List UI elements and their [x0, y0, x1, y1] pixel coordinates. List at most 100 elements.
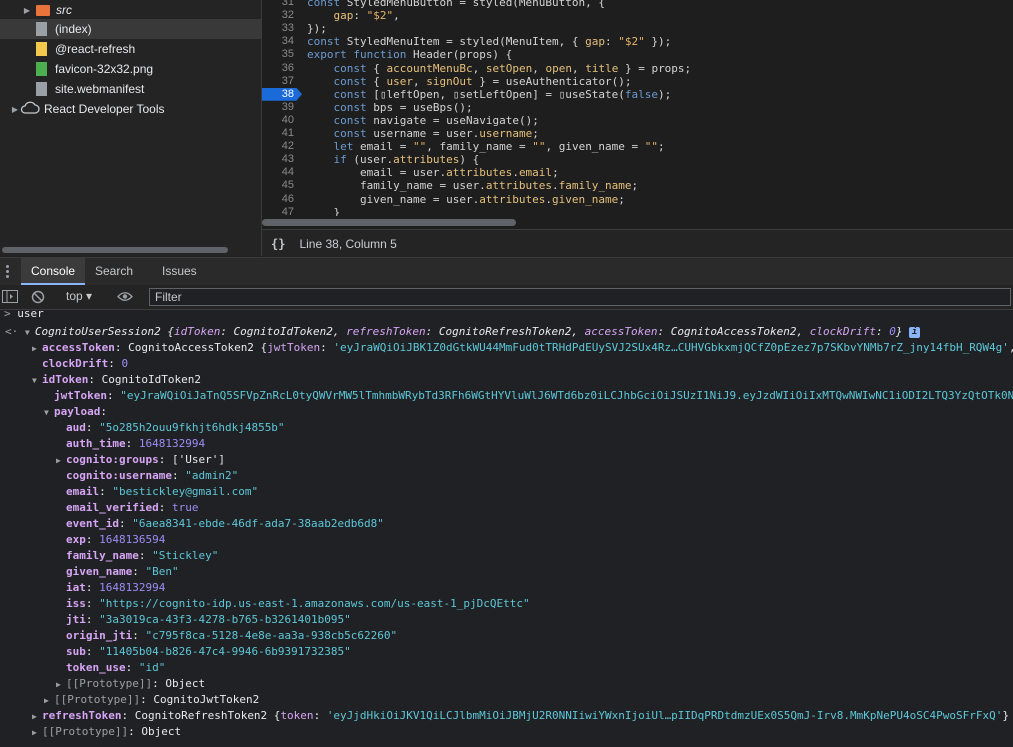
console-tree-row[interactable]: aud: "5o285h2ouu9fkhjt6hdkj4855b" [66, 420, 285, 436]
code-line: const { user, signOut } = useAuthenticat… [333, 74, 632, 88]
tab-issues[interactable]: Issues [152, 258, 207, 285]
drawer-tab-bar: Console Search Issues [0, 257, 1013, 286]
console-tree-row[interactable]: sub: "11405b04-b826-47c4-9946-6b93917323… [66, 644, 351, 660]
line-number[interactable]: 37 [264, 75, 294, 88]
console-tree-row[interactable]: ▶ [[Prototype]]: Object [56, 676, 205, 692]
tree-item-index[interactable]: (index) [0, 19, 261, 39]
expand-arrow-icon[interactable]: ▶ [10, 105, 20, 114]
code-line: const { accountMenuBc, setOpen, open, ti… [333, 61, 692, 75]
line-number[interactable]: 40 [264, 114, 294, 127]
console-tree-row[interactable]: exp: 1648136594 [66, 532, 165, 548]
console-tree-row[interactable]: ▶ refreshToken: CognitoRefreshToken2 {tok… [32, 708, 1009, 724]
console-tree-row[interactable]: ▶ accessToken: CognitoAccessToken2 {jwtTo… [32, 340, 1013, 356]
tree-item-label: favicon-32x32.png [55, 62, 154, 76]
tree-item-react-devtools[interactable]: ▶ React Developer Tools [0, 99, 261, 119]
scrollbar-thumb[interactable] [2, 247, 228, 253]
console-tree-row[interactable]: jti: "3a3019ca-43f3-4278-b765-b3261401b0… [66, 612, 351, 628]
line-number[interactable]: 44 [264, 166, 294, 179]
line-number[interactable]: 32 [264, 9, 294, 22]
console-tree-row[interactable]: email: "bestickley@gmail.com" [66, 484, 258, 500]
js-file-icon [36, 42, 47, 56]
line-number[interactable]: 31 [264, 0, 294, 9]
sidebar-toggle-icon[interactable] [2, 290, 18, 306]
cloud-icon [20, 101, 40, 117]
code-line: }); [307, 22, 327, 36]
line-number[interactable]: 34 [264, 35, 294, 48]
tree-item-label: React Developer Tools [44, 102, 165, 116]
code-line: family_name = user.attributes.family_nam… [307, 179, 639, 193]
line-number[interactable]: 33 [264, 22, 294, 35]
console-tree-row[interactable]: origin_jti: "c795f8ca-5128-4e8e-aa3a-938… [66, 628, 397, 644]
tree-item-webmanifest[interactable]: site.webmanifest [0, 79, 261, 99]
line-number[interactable]: 36 [264, 62, 294, 75]
tree-item-label: site.webmanifest [55, 82, 145, 96]
pretty-print-button[interactable]: {} [271, 237, 285, 251]
console-tree-row[interactable]: auth_time: 1648132994 [66, 436, 205, 452]
editor-horizontal-scrollbar[interactable] [262, 216, 1013, 228]
tree-item-label: (index) [55, 22, 92, 36]
code-line: let email = "", family_name = "", given_… [333, 140, 665, 154]
line-number[interactable]: 39 [264, 101, 294, 114]
file-icon [36, 82, 47, 96]
console-tree-row[interactable]: family_name: "Stickley" [66, 548, 218, 564]
breakpoint-line-number[interactable]: 38 [262, 87, 302, 101]
filter-input[interactable] [149, 288, 1011, 306]
console-tree-row[interactable]: <· ▼ CognitoUserSession2 {idToken: Cognit… [5, 324, 921, 340]
console-tree-row[interactable]: ▶ [[Prototype]]: CognitoJwtToken2 [44, 692, 259, 708]
code-line: const StyledMenuItem = styled(MenuItem, … [307, 35, 672, 49]
image-file-icon [36, 62, 47, 76]
console-tree-row[interactable]: ▼ idToken: CognitoIdToken2 [32, 372, 201, 388]
console-tree-row[interactable]: ▶ cognito:groups: ['User'] [56, 452, 225, 468]
tree-item-label: @react-refresh [55, 42, 136, 56]
console-tree-row[interactable]: token_use: "id" [66, 660, 165, 676]
console-tree-row[interactable]: ▼ payload: [44, 404, 107, 420]
prompt-chevron-icon: > [4, 310, 11, 320]
folder-icon [36, 4, 50, 16]
line-number[interactable]: 43 [264, 153, 294, 166]
line-number[interactable]: 41 [264, 127, 294, 140]
console-input-text: user [17, 310, 44, 320]
console-tree-row[interactable]: given_name: "Ben" [66, 564, 179, 580]
line-number[interactable]: 46 [264, 193, 294, 206]
tab-console[interactable]: Console [21, 258, 86, 285]
code-line: gap: "$2", [333, 9, 400, 23]
sources-file-tree: ▶ src (index) @react-refresh favicon-32x… [0, 0, 262, 256]
line-number-gutter[interactable]: 31 32 33 34 35 36 37 38 39 40 41 42 43 44 45 46 47 [262, 0, 302, 218]
code-line: email = user.attributes.email; [307, 166, 559, 180]
code-line: if (user.attributes) { [333, 153, 480, 167]
line-number[interactable]: 42 [264, 140, 294, 153]
console-input-line: > user [4, 310, 44, 322]
console-tree-row[interactable]: iat: 1648132994 [66, 580, 165, 596]
console-tree-row[interactable]: jwtToken: "eyJraWQiOiJaTnQ5SFVpZnRcL0tyQ… [54, 388, 1013, 404]
clear-console-icon[interactable] [31, 290, 45, 307]
code-editor[interactable]: 31 32 33 34 35 36 37 38 39 40 41 42 43 44 45 46 47 const… [262, 0, 1013, 229]
code-line: const username = user.username; [333, 127, 539, 140]
tree-horizontal-scrollbar[interactable] [0, 246, 261, 254]
line-number[interactable]: 35 [264, 48, 294, 61]
scrollbar-thumb[interactable] [262, 219, 516, 226]
editor-status-bar: {} Line 38, Column 5 [262, 229, 1013, 257]
tree-item-favicon[interactable]: favicon-32x32.png [0, 59, 261, 79]
tree-item-label: src [56, 3, 72, 17]
console-tree-row[interactable]: clockDrift: 0 [42, 356, 128, 372]
context-selector[interactable]: top ▾ [66, 289, 92, 303]
tab-search[interactable]: Search [85, 258, 143, 285]
line-number[interactable]: 45 [264, 179, 294, 192]
code-line: const StyledMenuButton = styled(MenuButt… [307, 0, 606, 9]
console-tree-row[interactable]: iss: "https://cognito-idp.us-east-1.amaz… [66, 596, 530, 612]
tree-item-src[interactable]: ▶ src [0, 0, 261, 20]
code-line: given_name = user.attributes.given_name; [307, 192, 625, 206]
code-line: const [▯leftOpen, ▯setLeftOpen] = ▯useSt… [333, 87, 672, 101]
file-icon [36, 22, 47, 36]
eye-icon[interactable] [117, 291, 133, 305]
expand-arrow-icon[interactable]: ▶ [22, 6, 32, 15]
console-tree-row[interactable]: event_id: "6aea8341-ebde-46df-ada7-38aab… [66, 516, 384, 532]
cursor-position: Line 38, Column 5 [299, 236, 397, 251]
console-tree-row[interactable]: ▶ [[Prototype]]: Object [32, 724, 181, 740]
console-tree-row[interactable]: email_verified: true [66, 500, 198, 516]
code-line: const navigate = useNavigate(); [333, 113, 539, 127]
tree-item-react-refresh[interactable]: @react-refresh [0, 39, 261, 59]
console-output: > user <· ▼ CognitoUserSession2 {idToken:… [0, 310, 1013, 747]
console-tree-row[interactable]: cognito:username: "admin2" [66, 468, 238, 484]
more-options-icon[interactable] [4, 264, 10, 280]
